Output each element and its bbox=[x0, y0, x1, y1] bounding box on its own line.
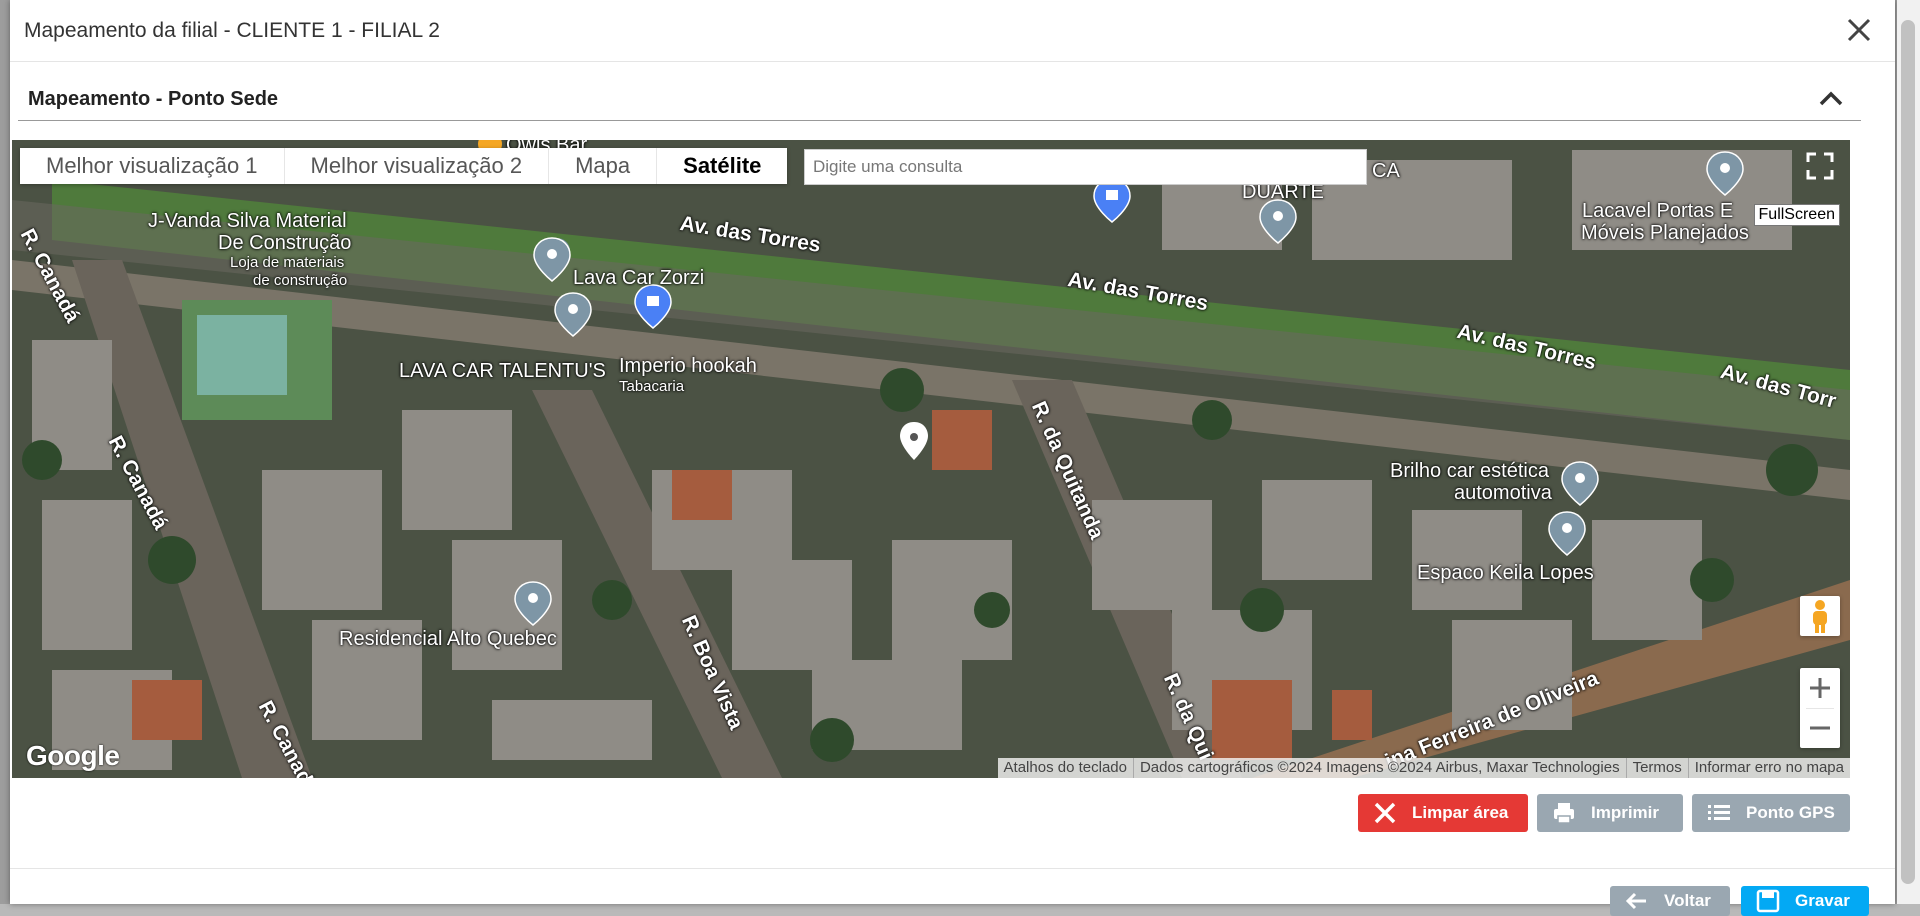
tab-mapa[interactable]: Mapa bbox=[549, 148, 658, 184]
place-label: J-Vanda Silva Material bbox=[148, 210, 347, 232]
place-category: de construção bbox=[253, 272, 348, 289]
zoom-control bbox=[1800, 668, 1840, 748]
fullscreen-icon[interactable] bbox=[1800, 146, 1840, 186]
divider bbox=[1806, 708, 1834, 709]
list-icon bbox=[1708, 805, 1730, 820]
tab-satelite[interactable]: Satélite bbox=[657, 148, 787, 184]
x-icon bbox=[1374, 802, 1396, 824]
arrow-left-icon bbox=[1625, 892, 1646, 910]
street-view-pegman[interactable] bbox=[1800, 596, 1840, 636]
map-data-credit: Dados cartográficos ©2024 Imagens ©2024 … bbox=[1132, 758, 1626, 778]
tab-melhor-visualizacao-2[interactable]: Melhor visualização 2 bbox=[285, 148, 550, 184]
clear-area-label: Limpar área bbox=[1412, 803, 1509, 822]
save-button[interactable]: Gravar bbox=[1741, 886, 1869, 916]
back-button[interactable]: Voltar bbox=[1610, 886, 1730, 916]
chevron-up-icon[interactable] bbox=[1817, 86, 1845, 110]
fullscreen-label[interactable]: FullScreen bbox=[1753, 204, 1840, 226]
place-label: Residencial Alto Quebec bbox=[339, 628, 557, 650]
satellite-map[interactable]: Owls Bar J-Vanda Silva Material De Const… bbox=[12, 140, 1850, 778]
place-label: LAVA CAR TALENTU'S bbox=[399, 360, 606, 382]
place-label: Móveis Planejados bbox=[1581, 222, 1749, 244]
zoom-out-icon[interactable] bbox=[1800, 708, 1840, 748]
page-scrollbar[interactable] bbox=[1897, 0, 1920, 904]
map-type-control: Melhor visualização 1 Melhor visualizaçã… bbox=[20, 148, 788, 184]
report-error-link[interactable]: Informar erro no mapa bbox=[1687, 758, 1850, 778]
place-label: Lacavel Portas E bbox=[1582, 200, 1734, 222]
save-label: Gravar bbox=[1795, 891, 1850, 910]
place-label: automotiva bbox=[1454, 482, 1552, 504]
footer-divider bbox=[10, 868, 1895, 869]
section-title: Mapeamento - Ponto Sede bbox=[28, 88, 279, 110]
place-label: Lava Car Zorzi bbox=[573, 267, 705, 289]
zoom-in-icon[interactable] bbox=[1800, 668, 1840, 708]
modal-header: Mapeamento da filial - CLIENTE 1 - FILIA… bbox=[10, 0, 1895, 62]
map-attribution: Atalhos do teclado Dados cartográficos ©… bbox=[997, 758, 1850, 778]
print-button[interactable]: Imprimir bbox=[1537, 794, 1683, 832]
clear-area-button[interactable]: Limpar área bbox=[1358, 794, 1528, 832]
place-label: CA bbox=[1372, 160, 1400, 182]
map-search-input[interactable] bbox=[804, 149, 1367, 185]
gps-point-label: Ponto GPS bbox=[1746, 803, 1835, 822]
place-label: Espaco Keila Lopes bbox=[1417, 562, 1594, 584]
gps-point-button[interactable]: Ponto GPS bbox=[1692, 794, 1850, 832]
google-logo: Google bbox=[26, 740, 120, 771]
back-label: Voltar bbox=[1664, 891, 1711, 910]
print-label: Imprimir bbox=[1591, 803, 1660, 822]
close-icon[interactable] bbox=[1843, 14, 1875, 46]
tab-melhor-visualizacao-1[interactable]: Melhor visualização 1 bbox=[20, 148, 285, 184]
modal-title: Mapeamento da filial - CLIENTE 1 - FILIA… bbox=[24, 19, 440, 42]
place-label: Brilho car estética bbox=[1390, 460, 1549, 482]
pegman-icon bbox=[1813, 600, 1827, 633]
terms-link[interactable]: Termos bbox=[1625, 758, 1688, 778]
keyboard-shortcuts-link[interactable]: Atalhos do teclado bbox=[998, 758, 1133, 778]
place-label: Imperio hookah bbox=[619, 355, 757, 377]
printer-icon bbox=[1554, 803, 1574, 824]
place-label: De Construção bbox=[218, 232, 352, 254]
section-header: Mapeamento - Ponto Sede bbox=[18, 78, 1861, 121]
scrollbar-thumb[interactable] bbox=[1901, 20, 1915, 884]
place-category: Loja de materiais bbox=[230, 254, 345, 271]
place-category: Tabacaria bbox=[619, 378, 685, 395]
mapping-modal: Mapeamento da filial - CLIENTE 1 - FILIA… bbox=[10, 0, 1895, 916]
save-icon bbox=[1756, 889, 1780, 913]
